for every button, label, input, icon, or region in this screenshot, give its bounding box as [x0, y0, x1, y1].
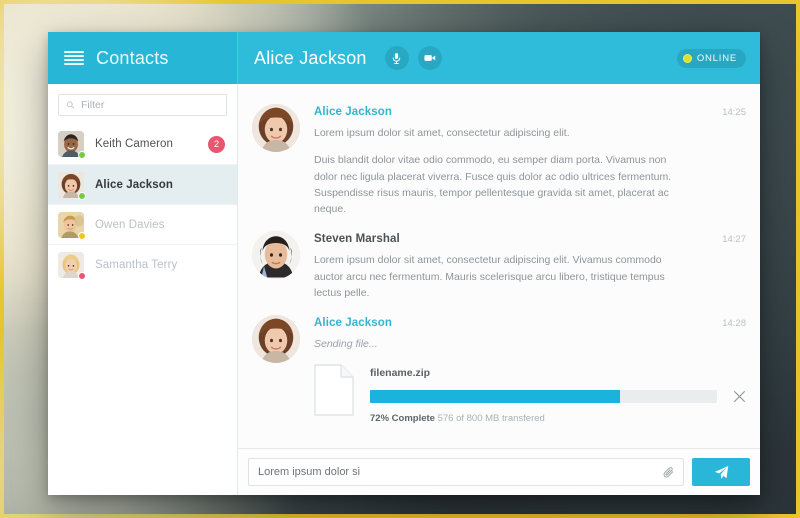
message-body: Alice Jackson 14:25 Lorem ipsum dolor sit … [314, 104, 746, 217]
app-body: Keith Cameron 2 Alice Jackson Owen Davies Sa… [48, 84, 760, 495]
microphone-button[interactable] [384, 46, 409, 70]
message-author[interactable]: Alice Jackson [314, 106, 392, 118]
contacts-sidebar: Keith Cameron 2 Alice Jackson Owen Davies Sa… [48, 84, 238, 495]
chat-app-window: Contacts Alice Jackson ONLINE Filter Kei… [48, 32, 760, 495]
presence-dot-icon [78, 271, 86, 280]
microphone-icon [392, 52, 401, 64]
status-dot-icon [682, 53, 692, 63]
message-time: 14:28 [722, 318, 746, 330]
screenshot-backdrop: www.heritagechristiancollege.com Contact… [0, 0, 800, 518]
presence-dot-icon [78, 231, 86, 240]
unread-badge: 2 [208, 135, 225, 153]
message-composer [238, 448, 760, 495]
message-paragraph: Lorem ipsum dolor sit amet, consectetur … [314, 254, 665, 299]
status-badge-label: ONLINE [696, 52, 737, 64]
presence-dot-icon [78, 191, 86, 200]
avatar [58, 131, 86, 159]
progress-detail: 576 of 800 MB transfered [437, 413, 545, 425]
topbar-contacts-section: Contacts [48, 32, 238, 84]
document-icon [314, 364, 354, 417]
message-paragraph: Lorem ipsum dolor sit amet, consectetur … [314, 127, 570, 139]
conversation-title: Alice Jackson [254, 47, 367, 68]
search-icon [66, 101, 75, 109]
presence-dot-icon [78, 151, 86, 159]
chat-message: Alice Jackson 14:25 Lorem ipsum dolor sit … [252, 94, 746, 221]
message-header: Alice Jackson 14:25 [314, 106, 746, 118]
message-avatar [252, 315, 300, 364]
filter-box[interactable] [58, 94, 227, 116]
contact-row[interactable]: Owen Davies [48, 204, 237, 244]
contact-name: Owen Davies [95, 218, 165, 231]
contact-name: Alice Jackson [95, 178, 174, 191]
progress-percent: 72% [370, 413, 390, 425]
contact-name: Samantha Terry [95, 258, 178, 271]
contact-list: Keith Cameron 2 Alice Jackson Owen Davies Sa… [48, 124, 237, 284]
progress-bar-fill [370, 390, 620, 404]
message-body: Steven Marshal 14:27 Lorem ipsum dolor sit… [314, 231, 746, 301]
status-badge[interactable]: ONLINE [676, 48, 746, 68]
message-author: Steven Marshal [314, 233, 400, 246]
paperclip-icon[interactable] [662, 466, 675, 479]
contact-row[interactable]: Alice Jackson [48, 164, 237, 204]
app-topbar: Contacts Alice Jackson ONLINE [48, 32, 760, 84]
message-author[interactable]: Alice Jackson [314, 317, 392, 329]
message-list: Alice Jackson 14:25 Lorem ipsum dolor sit … [238, 84, 760, 448]
contact-name: Keith Cameron [95, 138, 174, 150]
send-button[interactable] [692, 458, 750, 486]
message-input-wrap[interactable] [248, 458, 684, 486]
progress-line [370, 390, 746, 404]
paper-plane-icon [714, 465, 728, 479]
contacts-panel-title: Contacts [96, 47, 169, 68]
message-header: Steven Marshal 14:27 [314, 233, 746, 245]
message-paragraph: Sending file... [314, 338, 378, 351]
contact-row[interactable]: Keith Cameron 2 [48, 124, 237, 164]
filter-container [48, 84, 237, 124]
file-transfer-body: filename.zip 72% Complete 576 of 800 MB t… [370, 364, 746, 424]
avatar [58, 171, 86, 200]
chat-message: Steven Marshal 14:27 Lorem ipsum dolor sit… [252, 221, 746, 305]
message-input[interactable] [258, 466, 662, 478]
topbar-conversation-section: Alice Jackson ONLINE [238, 32, 760, 84]
progress-meta: 72% Complete 576 of 800 MB transfered [370, 413, 746, 424]
message-header: Alice Jackson 14:28 [314, 317, 746, 329]
close-icon[interactable] [733, 390, 746, 403]
avatar [58, 211, 86, 240]
message-time: 14:27 [722, 234, 746, 246]
file-name: filename.zip [370, 367, 431, 380]
filter-input[interactable] [81, 99, 219, 111]
message-avatar [252, 104, 300, 152]
contact-row[interactable]: Samantha Terry [48, 244, 237, 284]
progress-complete-label: Complete [391, 413, 435, 425]
chat-message: Alice Jackson 14:28 Sending file... filenam… [252, 305, 746, 428]
message-paragraph: Duis blandit dolor vitae odio commodo, e… [314, 154, 672, 216]
avatar [58, 251, 86, 280]
file-transfer: filename.zip 72% Complete 576 of 800 MB t… [314, 364, 746, 424]
video-call-button[interactable] [417, 46, 442, 70]
hamburger-icon[interactable] [64, 50, 84, 66]
message-avatar [252, 231, 300, 280]
progress-bar [370, 390, 717, 404]
message-time: 14:25 [722, 107, 746, 118]
chat-panel: Alice Jackson 14:25 Lorem ipsum dolor sit … [238, 84, 760, 495]
video-camera-icon [424, 55, 435, 61]
message-body: Alice Jackson 14:28 Sending file... filenam… [314, 315, 746, 424]
